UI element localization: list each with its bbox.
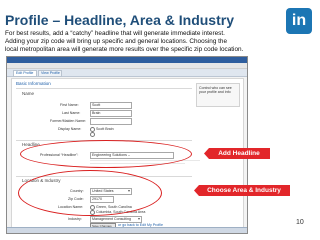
- tab-edit-profile-label: Edit Profile: [16, 71, 34, 75]
- profile-visibility-box: Control who can see your profile and inf…: [196, 83, 240, 107]
- display-name-label: Display Name:: [58, 127, 82, 131]
- basic-info-heading: Basic Information: [16, 81, 51, 86]
- intro-line: For best results, add a “catchy” headlin…: [5, 30, 225, 37]
- tab-edit-profile[interactable]: Edit Profile: [13, 70, 37, 77]
- last-name-field[interactable]: Brain: [90, 110, 132, 117]
- intro-line: Adding your zip code will bring up speci…: [5, 38, 228, 45]
- choose-area-industry-callout: Choose Area & Industry: [194, 185, 290, 196]
- tab-view-profile[interactable]: View Profile: [38, 70, 62, 77]
- intro-text: For best results, add a “catchy” headlin…: [5, 30, 280, 54]
- tab-view-profile-label: View Profile: [41, 71, 60, 75]
- first-name-value: Scott: [92, 103, 101, 107]
- former-name-label: Former/Maiden Name:: [50, 119, 86, 123]
- name-heading: Name: [22, 91, 35, 96]
- page-number: 10: [296, 219, 304, 226]
- industry-value: Management Consulting: [92, 217, 131, 221]
- industry-label: Industry:: [68, 217, 82, 221]
- display-name-option: Scott Brain: [96, 127, 114, 131]
- intro-line: local metropolitan area will generate mo…: [5, 46, 244, 53]
- last-name-value: Brain: [92, 111, 101, 115]
- windows-taskbar: [7, 227, 247, 233]
- visibility-box-text: Control who can see your profile and inf…: [199, 86, 232, 94]
- divider: [16, 88, 192, 89]
- slide-title: Profile – Headline, Area & Industry: [5, 12, 234, 28]
- profile-tabs-bar: Edit Profile View Profile: [7, 69, 247, 77]
- industry-select[interactable]: Management Consulting: [90, 216, 142, 223]
- location-highlight-ellipse: [18, 170, 162, 216]
- add-headline-callout: Add Headline: [204, 148, 270, 159]
- first-name-label: First Name:: [60, 103, 79, 107]
- last-name-label: Last Name:: [62, 111, 81, 115]
- headline-highlight-ellipse: [20, 140, 192, 168]
- former-name-field[interactable]: [90, 118, 132, 125]
- display-name-radio-alt[interactable]: [90, 132, 95, 137]
- first-name-field[interactable]: Scott: [90, 102, 132, 109]
- linkedin-logo: in: [286, 8, 312, 34]
